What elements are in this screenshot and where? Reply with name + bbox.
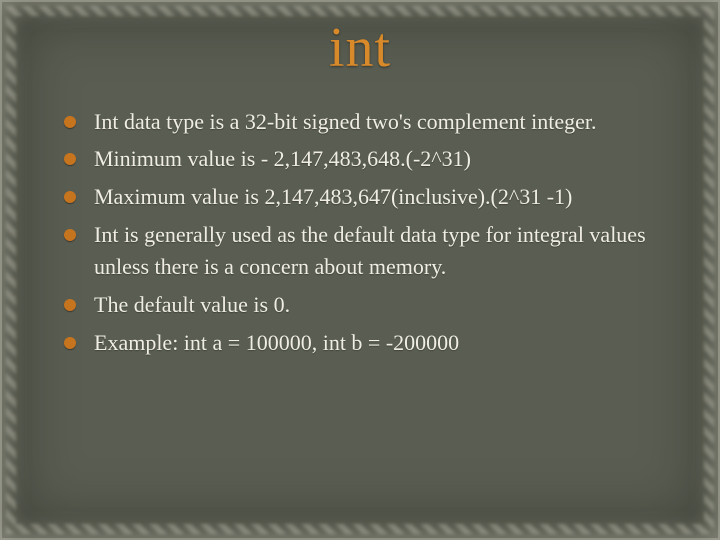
list-item: The default value is 0. (64, 289, 672, 321)
slide: int Int data type is a 32-bit signed two… (0, 0, 720, 540)
list-item: Minimum value is - 2,147,483,648.(-2^31) (64, 143, 672, 175)
list-item: Int data type is a 32-bit signed two's c… (64, 106, 672, 138)
list-item: Maximum value is 2,147,483,647(inclusive… (64, 181, 672, 213)
slide-title: int (24, 18, 696, 80)
bullet-list: Int data type is a 32-bit signed two's c… (24, 106, 696, 359)
list-item: Example: int a = 100000, int b = -200000 (64, 327, 672, 359)
list-item: Int is generally used as the default dat… (64, 219, 672, 283)
